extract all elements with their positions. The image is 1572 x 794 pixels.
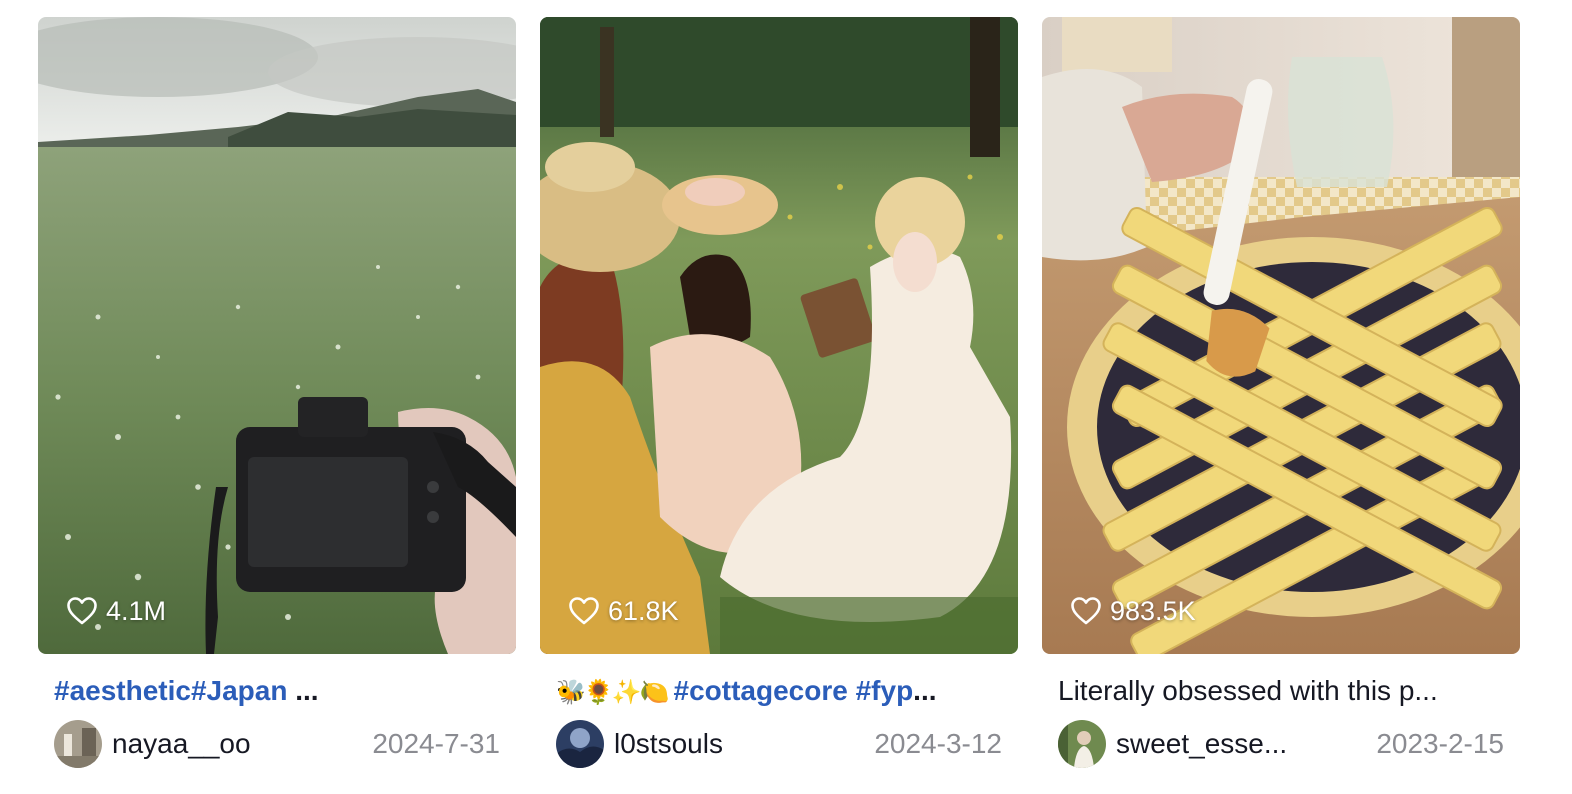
video-thumbnail[interactable] (1042, 17, 1520, 654)
caption-ellipsis: ... (913, 675, 937, 706)
lattice-pie-image (1042, 17, 1520, 654)
video-caption[interactable]: #aesthetic#Japan ... (54, 673, 504, 709)
post-date: 2024-3-12 (874, 728, 1002, 759)
like-count-value: 4.1M (106, 595, 167, 626)
username[interactable]: nayaa__oo (112, 728, 251, 760)
video-card-3[interactable]: 983.5K Literally obsessed with this p...… (1042, 17, 1520, 777)
video-meta: nayaa__oo 2024-7-31 (54, 719, 500, 769)
avatar[interactable] (556, 720, 604, 768)
post-date: 2023-2-15 (1376, 728, 1504, 759)
username[interactable]: sweet_esse... (1116, 728, 1287, 760)
like-count-value: 61.8K (608, 595, 679, 626)
picnic-reading-image (540, 17, 1018, 654)
caption-text[interactable]: Literally obsessed with this p... (1058, 675, 1438, 706)
post-date: 2024-7-31 (372, 728, 500, 759)
video-caption[interactable]: Literally obsessed with this p... (1058, 673, 1508, 709)
username[interactable]: l0stsouls (614, 728, 723, 760)
video-card-2[interactable]: 61.8K 🐝🌻✨🍋 #cottagecore #fyp... l0stsouls… (540, 17, 1018, 777)
avatar-image (1058, 720, 1106, 768)
video-card-1[interactable]: 4.1M #aesthetic#Japan ... nayaa__oo 2024… (38, 17, 516, 777)
meadow-camera-image (38, 17, 516, 654)
avatar-image (54, 720, 102, 768)
heart-outline-icon (1071, 597, 1101, 625)
video-thumbnail[interactable] (38, 17, 516, 654)
like-count-value: 983.5K (1110, 595, 1196, 626)
video-thumbnail[interactable] (540, 17, 1018, 654)
heart-outline-icon (67, 597, 97, 625)
video-meta: sweet_esse... 2023-2-15 (1058, 719, 1504, 769)
caption-emoji: 🐝🌻✨🍋 (556, 679, 670, 706)
avatar[interactable] (1058, 720, 1106, 768)
caption-ellipsis: ... (287, 675, 319, 706)
video-meta: l0stsouls 2024-3-12 (556, 719, 1002, 769)
like-count: 983.5K (1070, 594, 1196, 628)
avatar-image (556, 720, 604, 768)
avatar[interactable] (54, 720, 102, 768)
video-caption[interactable]: 🐝🌻✨🍋 #cottagecore #fyp... (556, 673, 1006, 709)
like-count: 4.1M (66, 594, 166, 628)
video-grid: 4.1M #aesthetic#Japan ... nayaa__oo 2024… (38, 17, 1520, 777)
caption-hashtags[interactable]: #cottagecore #fyp (674, 675, 914, 706)
like-count: 61.8K (568, 594, 679, 628)
caption-hashtags[interactable]: #aesthetic#Japan (54, 675, 287, 706)
heart-outline-icon (569, 597, 599, 625)
